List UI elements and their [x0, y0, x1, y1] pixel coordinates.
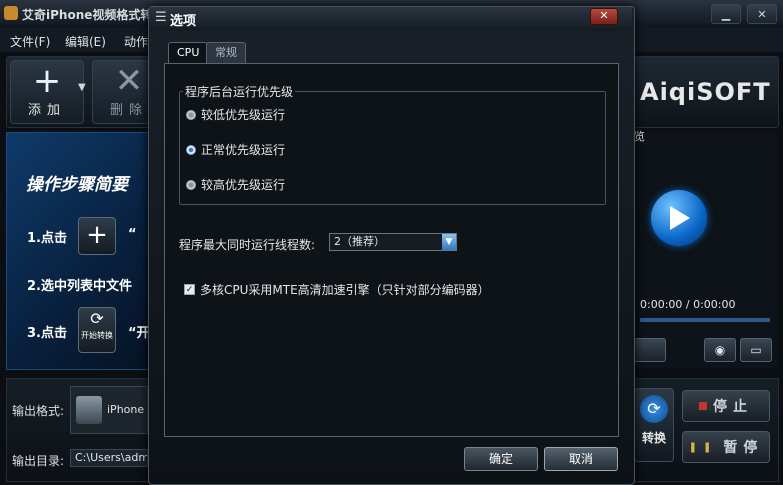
preview-label: 览 — [634, 130, 645, 143]
guide-step-1: 1.点击 — [27, 231, 67, 246]
priority-option-high-label: 较高优先级运行 — [201, 178, 286, 192]
plus-icon: + — [32, 61, 62, 101]
guide-step-3-quote: “开 — [128, 326, 150, 341]
convert-button[interactable]: ⟳ 转换 — [634, 388, 674, 462]
stop-icon — [699, 402, 707, 410]
play-icon — [670, 206, 690, 230]
radio-high[interactable] — [186, 179, 196, 190]
guide-convert-icon: ⟳ 开始转换 — [78, 307, 116, 353]
mte-checkbox[interactable]: ✓ — [184, 284, 195, 295]
guide-add-icon: + — [78, 217, 116, 255]
preview-time: 0:00:00 / 0:00:00 — [640, 298, 736, 311]
folder-icon: ▭ — [750, 343, 762, 357]
preview-panel — [632, 132, 777, 368]
main-window-controls: ▁ ✕ — [711, 4, 777, 24]
snapshot-partial-button[interactable] — [634, 338, 666, 362]
add-button-label: 添加 — [27, 103, 66, 118]
convert-icon: ⟳ — [640, 395, 668, 423]
main-window-title: 艾奇iPhone视频格式转 — [22, 8, 153, 22]
pause-button[interactable]: ❚❚ 暂停 — [682, 431, 770, 463]
priority-option-normal[interactable]: 正常优先级运行 — [186, 141, 285, 158]
priority-group-title: 程序后台运行优先级 — [183, 83, 296, 100]
add-dropdown-icon[interactable]: ▼ — [78, 82, 86, 93]
output-format-label: 输出格式: — [12, 404, 65, 418]
output-dir-field[interactable]: C:\Users\admin — [70, 449, 148, 467]
guide-step-3: 3.点击 — [27, 326, 67, 341]
tab-general[interactable]: 常规 — [206, 42, 246, 63]
iphone-icon — [76, 396, 102, 424]
dialog-menu-icon[interactable]: ☰ — [155, 10, 167, 25]
thread-count-select[interactable]: 2（推荐） — [329, 233, 457, 251]
mte-option[interactable]: ✓ 多核CPU采用MTE高清加速引擎（只针对部分编码器） — [184, 281, 490, 298]
output-format-value: iPhone 视 — [107, 403, 147, 416]
convert-arrows-icon: ⟳ — [90, 309, 104, 328]
guide-step-2: 2.选中列表中文件 — [27, 279, 132, 294]
close-icon[interactable]: ✕ — [747, 4, 777, 24]
output-dir-value: C:\Users\admin — [75, 451, 148, 464]
pause-button-label: 暂停 — [723, 440, 764, 456]
ok-button[interactable]: 确定 — [464, 447, 538, 471]
convert-button-label: 转换 — [641, 431, 666, 445]
pause-icon: ❚❚ — [688, 441, 718, 453]
menu-edit[interactable]: 编辑(E) — [65, 33, 106, 50]
add-button[interactable]: + 添加 — [10, 60, 84, 124]
camera-icon: ◉ — [714, 343, 726, 357]
menu-file[interactable]: 文件(F) — [10, 33, 50, 50]
thread-count-label: 程序最大同时运行线程数: — [179, 238, 316, 252]
mte-option-label: 多核CPU采用MTE高清加速引擎（只针对部分编码器） — [200, 283, 490, 297]
priority-option-high[interactable]: 较高优先级运行 — [186, 176, 285, 193]
priority-option-low-label: 较低优先级运行 — [201, 108, 286, 122]
chevron-down-icon[interactable]: ▼ — [442, 234, 456, 250]
priority-option-normal-label: 正常优先级运行 — [201, 143, 286, 157]
preview-progress[interactable] — [640, 318, 770, 322]
menu-action[interactable]: 动作 — [124, 33, 148, 50]
guide-convert-label: 开始转换 — [81, 331, 113, 340]
cancel-button[interactable]: 取消 — [544, 447, 618, 471]
dialog-title: 选项 — [170, 14, 197, 29]
brand-logo: AiqiSOFT — [640, 78, 771, 106]
minimize-icon[interactable]: ▁ — [711, 4, 741, 24]
stop-button-label: 停止 — [713, 399, 753, 415]
guide-step-1-quote: “ — [128, 227, 137, 242]
output-dir-label: 输出目录: — [12, 454, 65, 468]
open-folder-button[interactable]: ▭ — [740, 338, 772, 362]
app-logo-icon — [4, 6, 18, 20]
dialog-close-button[interactable]: ✕ — [590, 8, 618, 25]
dialog-titlebar — [149, 7, 632, 31]
guide-title: 操作步骤简要 — [26, 175, 128, 195]
radio-low[interactable] — [186, 109, 196, 120]
snapshot-button[interactable]: ◉ — [704, 338, 736, 362]
close-icon: ✕ — [599, 9, 609, 22]
priority-option-low[interactable]: 较低优先级运行 — [186, 106, 285, 123]
thread-count-value: 2（推荐） — [334, 235, 385, 248]
tab-cpu[interactable]: CPU — [168, 42, 209, 63]
radio-normal[interactable] — [186, 144, 196, 155]
stop-button[interactable]: 停止 — [682, 390, 770, 422]
